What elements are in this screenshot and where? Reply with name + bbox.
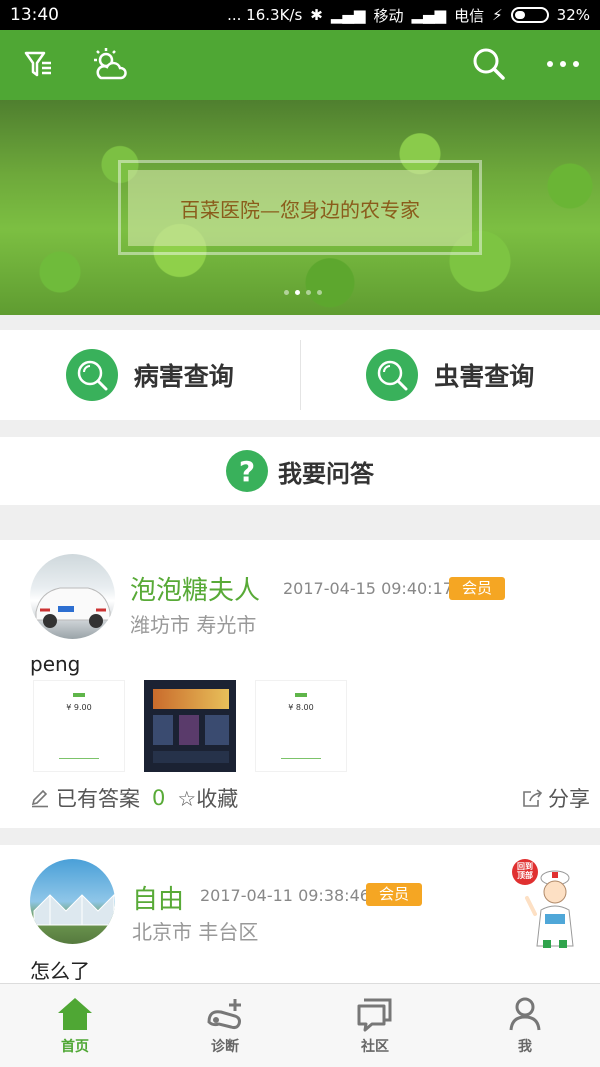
thumb-footer [153,751,229,763]
share-icon [523,789,543,807]
share-label: 分享 [548,787,590,811]
carrier-2: 电信 [454,6,485,25]
thumb-header [153,689,229,709]
network-speed: ... 16.3K/s [227,6,303,24]
top-toolbar [0,30,600,100]
member-badge: 会员 [366,883,422,906]
carousel-dot [317,290,322,295]
community-icon [357,998,392,1031]
search-icon [366,349,419,401]
carousel-dot [306,290,311,295]
nav-diagnose[interactable]: 诊断 [150,984,300,1067]
battery-icon [510,7,549,23]
logo-mark [295,693,307,697]
thumb-line [281,758,321,759]
post-location: 北京市 丰台区 [132,920,259,944]
member-badge: 会员 [449,577,505,600]
battery-level: 32% [556,6,590,24]
post-content: 怎么了 [30,959,90,983]
carousel-dot [284,290,289,295]
post-content: peng [30,652,81,676]
thumb-block [153,715,173,745]
carousel-indicator [284,290,322,295]
pest-query-button[interactable]: 虫害查询 [301,330,600,420]
status-right: ... 16.3K/s ✱ ▂▄▆ 移动 ▂▄▆ 电信 ⚡ 32% [227,5,590,26]
post-card[interactable]: 泡泡糖夫人 2017-04-15 09:40:17 会员 潍坊市 寿光市 pen… [0,540,600,828]
filter-icon[interactable] [18,44,58,84]
banner-carousel[interactable]: 百菜医院—您身边的农专家 [0,100,600,315]
thumb-price: ¥ 9.00 [66,703,92,712]
carousel-dot-active [295,290,300,295]
post-location: 潍坊市 寿光市 [130,613,257,637]
pest-query-label: 虫害查询 [434,362,535,391]
nav-me-label: 我 [518,1038,532,1055]
answers-count: 0 [152,786,166,810]
question-icon: ? [226,450,268,492]
user-icon [509,997,541,1030]
home-icon [58,997,92,1030]
nav-community[interactable]: 社区 [300,984,450,1067]
more-icon[interactable] [543,44,583,84]
signal-icon-2: ▂▄▆ [411,6,447,24]
bottom-navigation: 首页 诊断 社区 我 [0,983,600,1067]
thumb-price: ¥ 8.00 [288,703,314,712]
thumb-block [179,715,199,745]
post-image-thumbnail[interactable]: ¥ 8.00 [255,680,347,772]
diagnose-icon [207,998,241,1029]
search-icon [65,349,118,401]
nav-me[interactable]: 我 [450,984,600,1067]
post-actions: 已有答案 0 ☆收藏 [30,783,238,813]
edit-icon [31,789,48,808]
carrier-1: 移动 [373,6,404,25]
weather-icon[interactable] [90,44,130,84]
disease-query-button[interactable]: 病害查询 [0,330,300,420]
charging-icon: ⚡ [492,6,503,24]
nav-community-label: 社区 [361,1038,389,1055]
favorite-button[interactable]: ☆收藏 [177,783,238,813]
post-username[interactable]: 自由 [132,879,184,916]
ask-question-button[interactable]: ? 我要问答 [0,437,600,505]
status-bar: 13:40 ... 16.3K/s ✱ ▂▄▆ 移动 ▂▄▆ 电信 ⚡ 32% [0,0,600,30]
bluetooth-icon: ✱ [310,6,323,24]
query-panel: 病害查询 虫害查询 [0,330,600,420]
signal-icon: ▂▄▆ [330,6,366,24]
avatar[interactable] [30,859,115,944]
share-button[interactable]: 分享 [522,783,590,813]
logo-mark [73,693,85,697]
back-to-top-label: 回到顶部 [517,862,533,880]
status-time: 13:40 [10,5,59,25]
post-time: 2017-04-11 09:38:46 [200,886,370,905]
banner-text: 百菜医院—您身边的农专家 [128,170,472,246]
nav-home[interactable]: 首页 [0,984,150,1067]
nav-home-label: 首页 [61,1038,89,1055]
back-to-top-button[interactable]: 回到顶部 [505,858,585,950]
nav-diagnose-label: 诊断 [211,1038,239,1055]
disease-query-label: 病害查询 [133,362,234,391]
thumb-block [205,715,229,745]
post-image-thumbnail[interactable]: ¥ 9.00 [33,680,125,772]
avatar[interactable] [30,554,115,639]
search-icon[interactable] [469,44,509,84]
answers-label[interactable]: 已有答案 [56,783,140,813]
post-image-thumbnail[interactable] [144,680,236,772]
ask-question-label: 我要问答 [278,459,374,488]
post-time: 2017-04-15 09:40:17 [283,579,453,598]
post-username[interactable]: 泡泡糖夫人 [130,570,260,607]
thumb-line [59,758,99,759]
